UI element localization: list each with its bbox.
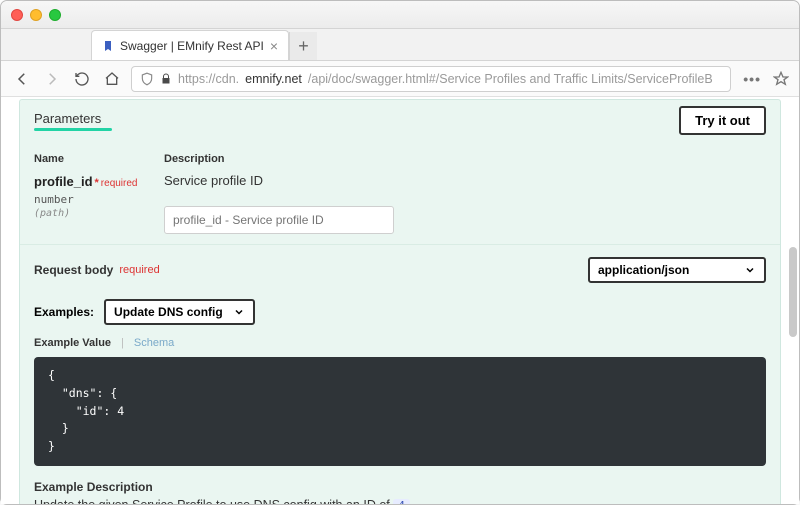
param-name-cell: profile_id*required number (path) <box>34 173 164 234</box>
examples-selected: Update DNS config <box>114 305 223 319</box>
example-description: Update the given Service Profile to use … <box>20 498 780 504</box>
home-button[interactable] <box>101 68 123 90</box>
chevron-down-icon <box>744 264 756 276</box>
content-type-value: application/json <box>598 263 689 277</box>
url-bar[interactable]: https://cdn. emnify.net/api/doc/swagger.h… <box>131 66 731 92</box>
examples-select[interactable]: Update DNS config <box>104 299 255 325</box>
url-path: /api/doc/swagger.html#/Service Profiles … <box>308 72 713 86</box>
operation-panel: Parameters Try it out Name Description p… <box>19 99 781 504</box>
url-host: emnify.net <box>245 72 302 86</box>
reload-button[interactable] <box>71 68 93 90</box>
examples-row: Examples: Update DNS config <box>20 293 780 331</box>
shield-icon <box>140 72 154 86</box>
example-id-pill: 4 <box>393 499 410 504</box>
example-tabs: Example Value | Schema <box>20 331 780 349</box>
page-actions-menu[interactable]: ••• <box>739 71 765 87</box>
browser-window: Swagger | EMnify Rest API × + https://cd… <box>0 0 800 505</box>
minimize-window-button[interactable] <box>30 9 42 21</box>
param-type: number <box>34 193 164 206</box>
traffic-lights <box>11 9 61 21</box>
param-in: (path) <box>34 208 164 219</box>
url-scheme: https://cdn. <box>178 72 239 86</box>
lock-icon <box>160 73 172 85</box>
bookmark-star-icon[interactable] <box>773 71 789 87</box>
scrollbar-thumb[interactable] <box>789 247 797 337</box>
zoom-window-button[interactable] <box>49 9 61 21</box>
example-description-text: Update the given Service Profile to use … <box>34 498 393 504</box>
parameters-title: Parameters <box>34 111 112 126</box>
tab-separator: | <box>121 337 124 349</box>
new-tab-button[interactable]: + <box>289 32 317 60</box>
examples-label: Examples: <box>34 305 94 319</box>
forward-button[interactable] <box>41 68 63 90</box>
request-body-required: required <box>119 264 159 276</box>
param-columns-header: Name Description <box>20 139 780 169</box>
close-window-button[interactable] <box>11 9 23 21</box>
request-body-label: Request body <box>34 263 113 277</box>
param-description: Service profile ID <box>164 173 766 188</box>
col-desc-header: Description <box>164 153 766 165</box>
parameters-underline <box>34 128 112 131</box>
close-tab-icon[interactable]: × <box>270 38 278 54</box>
bookmark-icon <box>102 40 114 52</box>
param-input-profile-id[interactable] <box>164 206 394 234</box>
browser-tab-active[interactable]: Swagger | EMnify Rest API × <box>91 30 289 60</box>
parameters-header: Parameters Try it out <box>20 100 780 139</box>
tab-example-value[interactable]: Example Value <box>34 337 111 349</box>
back-button[interactable] <box>11 68 33 90</box>
example-description-heading: Example Description <box>20 478 780 498</box>
chevron-down-icon <box>233 306 245 318</box>
tab-schema[interactable]: Schema <box>134 337 174 349</box>
required-label: required <box>101 178 138 189</box>
browser-toolbar: https://cdn. emnify.net/api/doc/swagger.h… <box>1 61 799 97</box>
page-content: Parameters Try it out Name Description p… <box>1 97 799 504</box>
browser-tabstrip: Swagger | EMnify Rest API × + <box>1 29 799 61</box>
tab-title: Swagger | EMnify Rest API <box>120 39 264 53</box>
request-body-row: Request body required application/json <box>20 244 780 293</box>
required-star: * <box>95 177 99 189</box>
window-titlebar <box>1 1 799 29</box>
param-name: profile_id <box>34 174 93 189</box>
param-desc-cell: Service profile ID <box>164 173 766 234</box>
content-type-select[interactable]: application/json <box>588 257 766 283</box>
param-row-profile-id: profile_id*required number (path) Servic… <box>20 169 780 244</box>
page-viewport: Parameters Try it out Name Description p… <box>1 97 799 504</box>
example-code-block[interactable]: { "dns": { "id": 4 } } <box>34 357 766 466</box>
try-it-out-button[interactable]: Try it out <box>679 106 766 135</box>
col-name-header: Name <box>34 153 164 165</box>
